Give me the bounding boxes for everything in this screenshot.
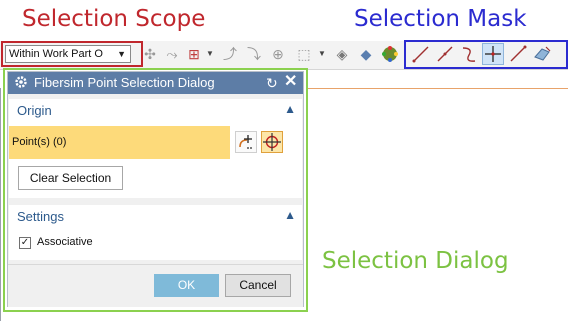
- selection-scope-annotation: Selection Scope: [22, 6, 206, 32]
- selection-mask-annotation: Selection Mask: [354, 6, 527, 32]
- selection-dialog-annotation: Selection Dialog: [322, 248, 509, 274]
- snap-curve-icon[interactable]: ⤵: [244, 44, 264, 64]
- rectangle-select-icon[interactable]: ⬚: [294, 44, 314, 64]
- add-point-icon[interactable]: ⊞: [184, 44, 204, 64]
- graphics-window-border: [0, 88, 1, 321]
- graphics-window-edge: [308, 88, 568, 89]
- snap-face-icon[interactable]: ⊕: [268, 44, 288, 64]
- selection-scope-highlight: [1, 41, 143, 67]
- connect-icon[interactable]: ⤳: [162, 44, 182, 64]
- snap-icon[interactable]: ⤴: [220, 44, 240, 64]
- selection-dialog-highlight: [3, 68, 308, 312]
- selection-mask-highlight: [404, 40, 568, 69]
- solid-body-icon[interactable]: ◈: [332, 44, 352, 64]
- cube-icon[interactable]: ◆: [356, 44, 376, 64]
- multi-select-icon[interactable]: [380, 44, 400, 64]
- chevron-down-icon[interactable]: ▼: [206, 44, 214, 64]
- filter-icon[interactable]: ✣: [140, 44, 160, 64]
- chevron-down-icon[interactable]: ▼: [318, 44, 326, 64]
